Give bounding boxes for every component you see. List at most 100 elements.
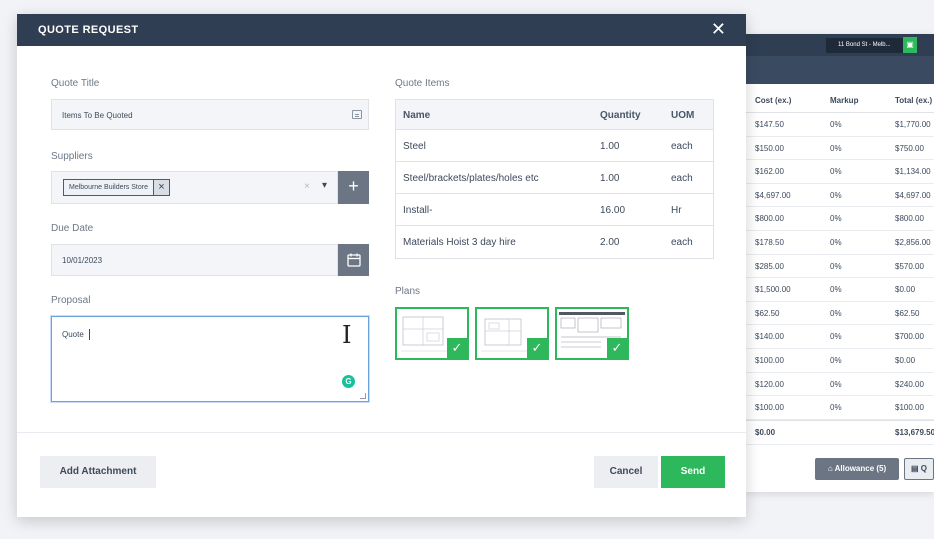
quote-items-table: Name Quantity UOM Steel 1.00 each Steel/…: [395, 99, 714, 259]
total-amount: $13,679.50: [895, 427, 934, 437]
row-markup: 0%: [830, 403, 842, 413]
row-cost: $100.00: [755, 355, 784, 365]
plan-thumbnail[interactable]: ✓: [475, 307, 549, 360]
add-attachment-button[interactable]: Add Attachment: [40, 456, 156, 488]
send-button[interactable]: Send: [661, 456, 725, 488]
item-uom: each: [671, 173, 693, 184]
background-table-row: $178.50 0% $2,856.00: [744, 231, 934, 255]
quote-button-label: Q: [920, 464, 928, 473]
background-table-row: $800.00 0% $800.00: [744, 207, 934, 231]
row-markup: 0%: [830, 308, 842, 318]
row-markup: 0%: [830, 355, 842, 365]
background-topbar: 11 Bond St - Melb... ▣: [744, 34, 934, 56]
add-supplier-button[interactable]: +: [338, 171, 369, 204]
modal-header: QUOTE REQUEST ✕: [17, 14, 746, 46]
background-table-row: $4,697.00 0% $4,697.00: [744, 184, 934, 208]
background-table-row: $62.50 0% $62.50: [744, 302, 934, 326]
background-header-bar: [744, 56, 934, 84]
quote-title-input[interactable]: Items To Be Quoted: [51, 99, 369, 130]
header-cost: Cost (ex.): [755, 96, 792, 105]
row-cost: $178.50: [755, 237, 784, 247]
background-table: Cost (ex.) Markup Total (ex.) $147.50 0% $…: [744, 89, 934, 445]
supplier-chip-label: Melbourne Builders Store: [69, 184, 148, 191]
plan-thumbnail[interactable]: ✓: [395, 307, 469, 360]
item-name: Materials Hoist 3 day hire: [403, 237, 516, 248]
checkmark-icon: ✓: [447, 338, 467, 358]
checkmark-icon: ✓: [527, 338, 547, 358]
due-date-value: 10/01/2023: [62, 256, 103, 265]
item-uom: each: [671, 237, 693, 248]
plus-icon: +: [348, 176, 359, 196]
close-icon[interactable]: ✕: [711, 20, 726, 38]
row-markup: 0%: [830, 285, 842, 295]
row-cost: $140.00: [755, 332, 784, 342]
row-cost: $150.00: [755, 143, 784, 153]
background-table-row: $147.50 0% $1,770.00: [744, 113, 934, 137]
background-table-row: $100.00 0% $0.00: [744, 349, 934, 373]
row-markup: 0%: [830, 120, 842, 129]
background-table-row: $1,500.00 0% $0.00: [744, 278, 934, 302]
chat-icon[interactable]: ▣: [903, 37, 917, 53]
remove-supplier-icon[interactable]: ×: [153, 180, 169, 195]
row-total: $240.00: [895, 379, 924, 389]
quote-items-label: Quote Items: [395, 78, 450, 89]
proposal-text: Quote: [62, 330, 84, 339]
quote-items-header: Name Quantity UOM: [396, 100, 713, 130]
resize-handle[interactable]: [360, 393, 366, 399]
row-cost: $147.50: [755, 120, 784, 129]
background-table-row: $162.00 0% $1,134.00: [744, 160, 934, 184]
background-table-row: $120.00 0% $240.00: [744, 373, 934, 397]
quote-button[interactable]: ▤ Q: [904, 458, 934, 480]
allowance-button[interactable]: ⌂ Allowance (5): [815, 458, 899, 480]
row-total: $800.00: [895, 214, 924, 224]
background-table-header: Cost (ex.) Markup Total (ex.): [744, 89, 934, 113]
table-row: Steel/brackets/plates/holes etc 1.00 eac…: [396, 162, 713, 194]
row-cost: $100.00: [755, 403, 784, 413]
calendar-button[interactable]: [338, 244, 369, 276]
item-name: Steel/brackets/plates/holes etc: [403, 173, 539, 184]
tag-icon: ⌂: [827, 464, 835, 473]
header-markup: Markup: [830, 96, 859, 105]
chevron-down-icon[interactable]: ▾: [322, 180, 327, 191]
row-total: $700.00: [895, 332, 924, 342]
clear-icon[interactable]: ×: [304, 181, 310, 192]
cancel-button[interactable]: Cancel: [594, 456, 658, 488]
row-markup: 0%: [830, 379, 842, 389]
row-total: $0.00: [895, 355, 916, 365]
background-table-row: $140.00 0% $700.00: [744, 325, 934, 349]
row-markup: 0%: [830, 214, 842, 224]
calendar-icon: [346, 253, 361, 267]
background-window: 11 Bond St - Melb... ▣ Cost (ex.) Markup…: [744, 34, 934, 492]
background-table-row: $285.00 0% $570.00: [744, 255, 934, 279]
row-markup: 0%: [830, 261, 842, 271]
row-total: $0.00: [895, 285, 916, 295]
row-total: $570.00: [895, 261, 924, 271]
form-icon: [352, 110, 362, 119]
checkmark-icon: ✓: [607, 338, 627, 358]
quote-title-value: Items To Be Quoted: [62, 111, 133, 120]
row-cost: $4,697.00: [755, 190, 791, 200]
table-row: Materials Hoist 3 day hire 2.00 each: [396, 226, 713, 258]
item-name: Steel: [403, 141, 426, 152]
row-cost: $800.00: [755, 214, 784, 224]
row-markup: 0%: [830, 190, 842, 200]
header-name: Name: [403, 110, 431, 121]
due-date-input[interactable]: 10/01/2023: [51, 244, 338, 276]
suppliers-label: Suppliers: [51, 151, 93, 162]
item-quantity: 1.00: [600, 173, 620, 184]
grammarly-icon[interactable]: G: [342, 375, 355, 388]
item-uom: each: [671, 141, 693, 152]
proposal-textarea[interactable]: Quote I G: [51, 316, 369, 402]
proposal-label: Proposal: [51, 295, 91, 306]
item-quantity: 2.00: [600, 237, 620, 248]
row-markup: 0%: [830, 237, 842, 247]
total-cost: $0.00: [755, 427, 776, 437]
footer-divider: [17, 432, 746, 433]
row-total: $4,697.00: [895, 190, 931, 200]
suppliers-select[interactable]: Melbourne Builders Store × × ▾: [51, 171, 338, 204]
row-total: $100.00: [895, 403, 924, 413]
row-total: $62.50: [895, 308, 920, 318]
plan-thumbnail[interactable]: ✓: [555, 307, 629, 360]
plans-label: Plans: [395, 286, 421, 297]
header-total: Total (ex.): [895, 96, 933, 105]
